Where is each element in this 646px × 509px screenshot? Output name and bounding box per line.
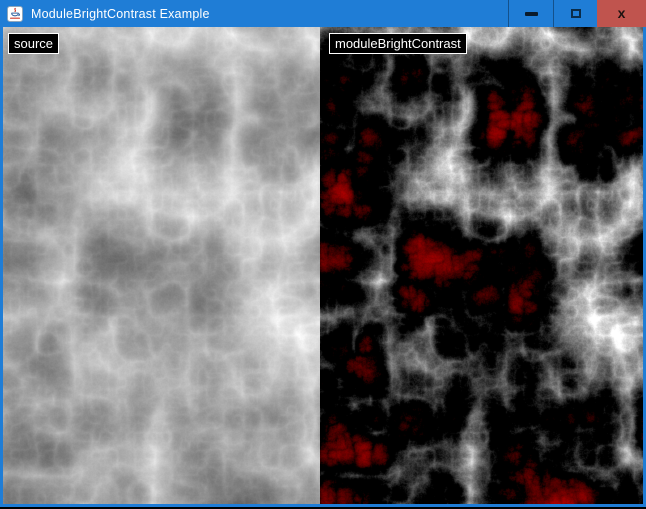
minimize-button[interactable]	[508, 0, 553, 27]
output-image-label: moduleBrightContrast	[329, 33, 467, 54]
maximize-button[interactable]	[553, 0, 597, 27]
minimize-icon	[525, 12, 538, 16]
image-display-area: source moduleBrightContrast	[3, 27, 643, 504]
java-coffee-cup-icon	[7, 6, 23, 22]
window-controls: x	[508, 0, 646, 27]
app-window: ModuleBrightContrast Example x source mo…	[0, 0, 646, 507]
close-icon: x	[618, 6, 626, 20]
source-image-label: source	[8, 33, 59, 54]
window-title: ModuleBrightContrast Example	[31, 7, 210, 21]
module-bright-contrast-image	[320, 27, 643, 504]
close-button[interactable]: x	[597, 0, 646, 27]
titlebar[interactable]: ModuleBrightContrast Example x	[0, 0, 646, 27]
source-image-panel: source	[3, 27, 320, 504]
output-image-panel: moduleBrightContrast	[320, 27, 643, 504]
source-image	[3, 27, 320, 504]
maximize-icon	[571, 9, 581, 18]
window-bottom-border	[0, 504, 646, 507]
